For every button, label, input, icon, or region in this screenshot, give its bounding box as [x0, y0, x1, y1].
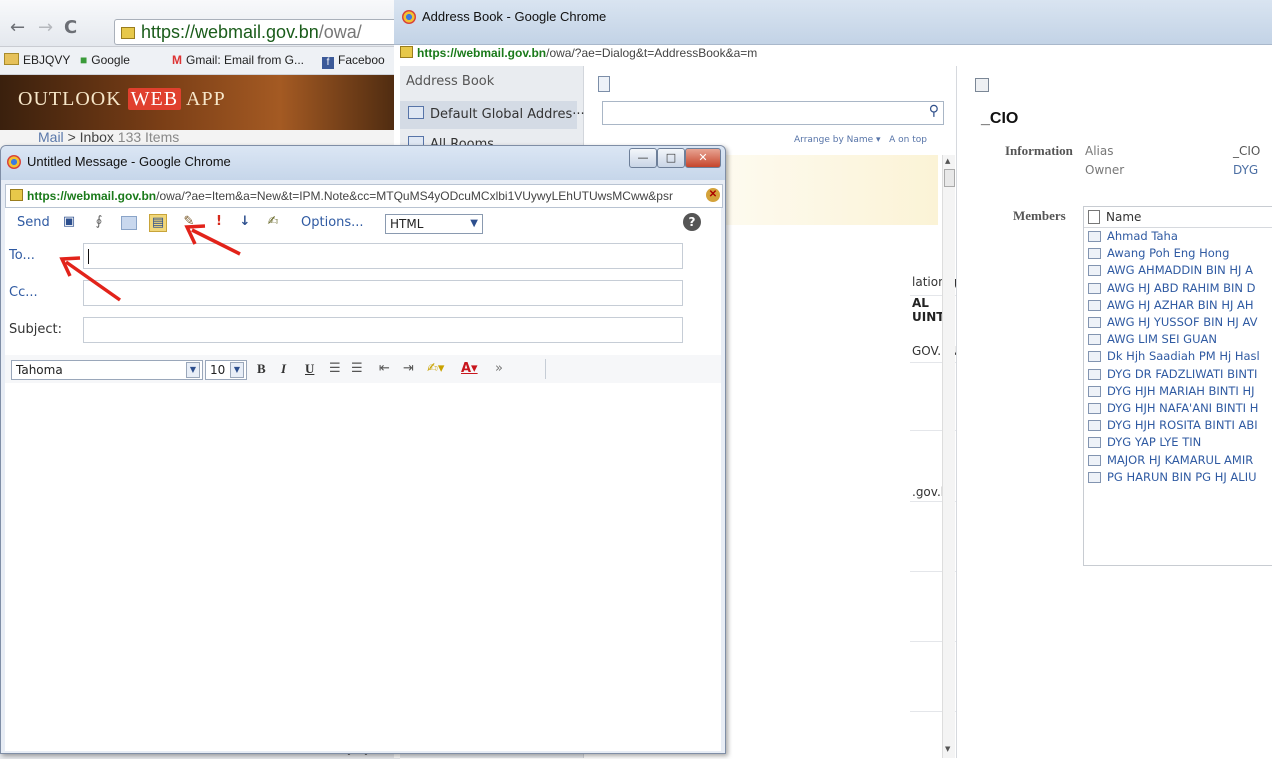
annotation-arrow-addressbook — [184, 224, 241, 256]
annotation-arrow-to — [59, 256, 122, 302]
annotation-overlay — [59, 224, 241, 302]
